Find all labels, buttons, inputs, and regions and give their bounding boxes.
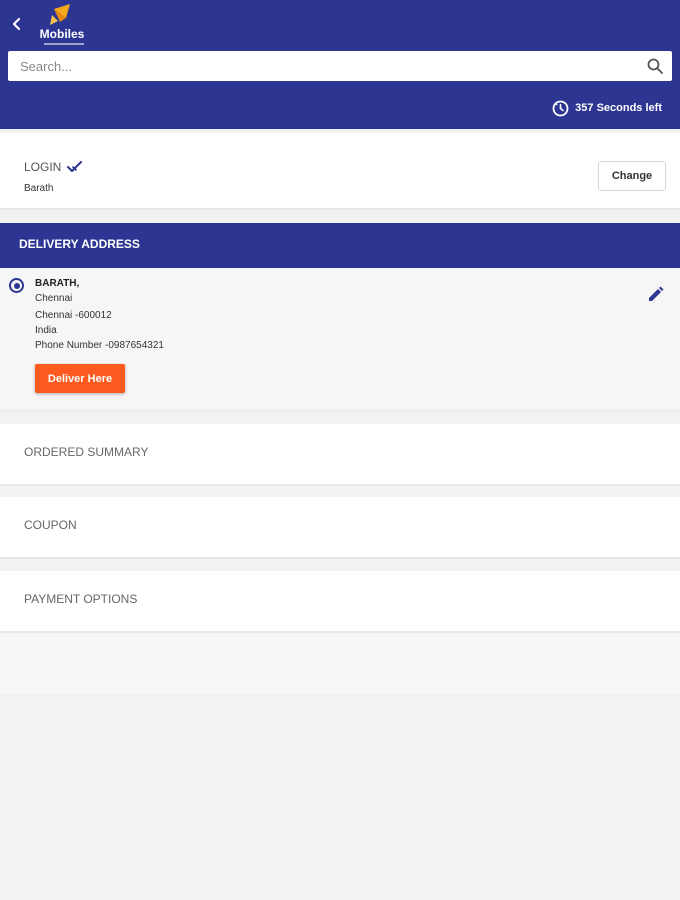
address-card: BARATH, Chennai Chennai -600012 India Ph… [0, 268, 680, 412]
check-icon [67, 161, 83, 172]
delivery-address-title: DELIVERY ADDRESS [19, 237, 140, 251]
session-timer: 357 Seconds left [552, 99, 662, 117]
logo-text: Mobiles [39, 27, 85, 41]
login-user-name: Barath [24, 183, 54, 194]
address-phone: Phone Number -0987654321 [35, 340, 164, 351]
deliver-here-button[interactable]: Deliver Here [35, 364, 125, 393]
address-name: BARATH, [35, 278, 80, 289]
ordered-summary-label: ORDERED SUMMARY [24, 445, 149, 459]
address-pin: Chennai -600012 [35, 310, 112, 321]
edit-pencil-icon[interactable] [647, 285, 665, 303]
address-country: India [35, 325, 57, 336]
login-title: LOGIN [24, 160, 83, 174]
logo-tagline [44, 43, 84, 45]
login-label: LOGIN [24, 160, 62, 174]
timer-icon [552, 100, 569, 116]
payment-options-label: PAYMENT OPTIONS [24, 592, 138, 606]
search-input[interactable] [20, 51, 630, 81]
payment-options-section[interactable]: PAYMENT OPTIONS [0, 571, 680, 633]
app-header: Mobiles 357 Seconds left [0, 0, 680, 129]
address-radio[interactable] [9, 278, 24, 293]
delivery-address-header: DELIVERY ADDRESS [0, 223, 680, 268]
change-login-button[interactable]: Change [598, 161, 666, 191]
logo-icon [50, 4, 70, 25]
address-city: Chennai [35, 293, 73, 304]
coupon-label: COUPON [24, 518, 77, 532]
search-icon[interactable] [646, 57, 664, 75]
back-arrow-icon [12, 17, 21, 31]
login-section: LOGIN Barath [0, 133, 680, 210]
app-logo[interactable]: Mobiles [34, 3, 90, 49]
empty-row [0, 634, 680, 694]
timer-text: 357 Seconds left [575, 102, 662, 114]
ordered-summary-section[interactable]: ORDERED SUMMARY [0, 424, 680, 486]
coupon-section[interactable]: COUPON [0, 497, 680, 559]
back-button[interactable] [6, 12, 28, 36]
search-bar [8, 51, 672, 81]
